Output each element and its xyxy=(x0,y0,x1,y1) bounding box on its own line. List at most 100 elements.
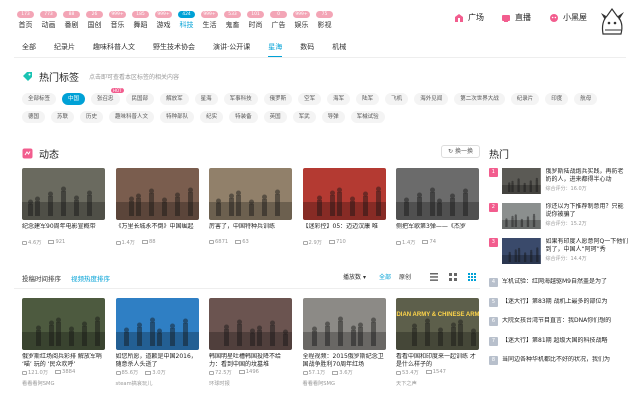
subnav-item-5[interactable]: 星海 xyxy=(268,42,283,58)
tag-item[interactable]: 军事科技 xyxy=(223,93,258,105)
nav-item-9[interactable]: 533 鬼畜 xyxy=(221,8,244,36)
segment-all[interactable]: 全部 xyxy=(379,272,391,281)
subnav-item-3[interactable]: 野生技术协会 xyxy=(153,42,195,52)
nav-item-12[interactable]: 999+ 娱乐 xyxy=(290,8,313,36)
video-card[interactable]: 《万里长城永不倒》中国崛起 1.4万 88 xyxy=(115,168,199,246)
small-grid-icon[interactable] xyxy=(449,273,457,281)
video-title[interactable]: 看看中国和印度来一起训练 才是什么样子的 xyxy=(396,353,479,369)
video-card[interactable]: 全程视频：2015俄罗斯纪念卫国战争胜利70周年红场 57.1万 3.6万 看看看阿S… xyxy=(302,298,386,387)
video-title[interactable]: 全程视频：2015俄罗斯纪念卫国战争胜利70周年红场 xyxy=(303,353,386,369)
tag-item[interactable]: 英国 xyxy=(263,111,287,123)
tag-item[interactable]: 纪实 xyxy=(200,111,224,123)
video-card[interactable]: 侧把军歌第3弹——《杰罗 1.4万 74 xyxy=(396,168,479,246)
video-thumbnail-wrap[interactable] xyxy=(22,168,105,220)
rank-item[interactable]: 8 当同边各种华机都比不好的状况，我们为 xyxy=(489,356,629,365)
video-title[interactable]: 《万里长城永不倒》中国崛起 xyxy=(116,223,199,239)
subnav-item-0[interactable]: 全部 xyxy=(22,42,36,52)
refresh-button[interactable]: ↻ 换一换 xyxy=(441,145,480,158)
tag-item[interactable]: 德国 xyxy=(22,111,46,123)
tag-item[interactable]: 航母 xyxy=(574,93,598,105)
rank-title[interactable]: 大院女孩台湾节目直言：我DNA你们想的 xyxy=(502,317,628,326)
subnav-item-2[interactable]: 趣味科普人文 xyxy=(93,42,135,52)
nav-item-0[interactable]: 173 首页 xyxy=(14,8,37,36)
rank-title[interactable]: 俄罗斯陆战炮兵实践，再防老奶的人，进来都得半心动 xyxy=(546,168,629,184)
tag-item[interactable]: 俄罗斯 xyxy=(263,93,293,105)
tag-item[interactable]: 历史 xyxy=(80,111,104,123)
rank-title[interactable]: 【迷大行】第83期 战机上最多的部位为 xyxy=(502,298,628,307)
rank-item[interactable]: 6 大院女孩台湾节目直言：我DNA你们想的 xyxy=(489,317,629,326)
tag-item[interactable]: 全部标签 xyxy=(22,93,57,105)
tag-item[interactable]: 空军 xyxy=(298,93,322,105)
tag-item[interactable]: 张召忠 HOT xyxy=(91,88,124,105)
rank-item[interactable]: 4 军机试验：红网海越驱M9自然盖是为了 xyxy=(489,278,629,287)
rank-thumbnail[interactable] xyxy=(501,168,541,194)
video-thumbnail-wrap[interactable] xyxy=(115,298,199,350)
tag-item[interactable]: 第二次世界大战 xyxy=(454,93,505,105)
video-thumbnail-wrap[interactable] xyxy=(302,168,386,220)
uploader-name[interactable]: 看看看阿SMG xyxy=(22,380,105,387)
video-thumbnail-wrap[interactable] xyxy=(302,298,386,350)
tag-item[interactable]: 海军 xyxy=(327,93,351,105)
video-card[interactable]: 如您所愿，道歉是中国2016，随意杀人头逝了 85.6万 3.0万 steam搞哀玩儿 xyxy=(115,298,199,387)
video-title[interactable]: 韩国明星吐槽韩国投降不给力：看到中国的坟墓堆 xyxy=(209,353,292,369)
nav-item-2[interactable]: 88 番剧 xyxy=(60,8,83,36)
video-thumbnail-wrap[interactable]: INDIAN ARMY & CHINESE ARMY xyxy=(396,298,479,350)
tag-item[interactable]: 苏联 xyxy=(51,111,75,123)
video-card[interactable]: INDIAN ARMY & CHINESE ARMY 看看中国和印度来一起训练 才… xyxy=(396,298,479,387)
subnav-item-1[interactable]: 纪录片 xyxy=(54,42,75,52)
rank-title[interactable]: 你还以为下推荐制意用？只能说你被骗了 xyxy=(546,203,629,219)
tag-item[interactable]: 军械试验 xyxy=(350,111,385,123)
uploader-name[interactable]: 天下之声 xyxy=(396,380,479,387)
video-thumbnail-wrap[interactable] xyxy=(209,298,292,350)
nav-item-13[interactable]: 75 影视 xyxy=(313,8,336,36)
video-card[interactable]: 俄罗斯红场阅兵彩排 解放军哨 ‘喵’ 玩的 ‘民众欢呼’ 121.0万 3884 看看… xyxy=(22,298,105,387)
nav-item-3[interactable]: 26 国创 xyxy=(83,8,106,36)
video-title[interactable]: 如您所愿，道歉是中国2016，随意杀人头逝了 xyxy=(116,353,199,369)
tag-item[interactable]: 特装备 xyxy=(229,111,258,123)
rank-title[interactable]: 军机试验：红网海越驱M9自然盖是为了 xyxy=(502,278,628,287)
rank-title[interactable]: 如果有印度人愿意阿Q一下他们到了，中国人“阿珂”秀 xyxy=(546,238,629,254)
tag-item[interactable]: 飞机 xyxy=(385,93,409,105)
video-card[interactable]: 【迷彩控】05：迈迈汉康 唯 2.9万 710 xyxy=(302,168,386,246)
tag-item[interactable]: 印度 xyxy=(545,93,569,105)
large-grid-icon[interactable] xyxy=(468,273,476,281)
tag-item[interactable]: 纪录片 xyxy=(510,93,540,105)
nav-item-6[interactable]: 999+ 游戏 xyxy=(152,8,175,36)
rank-thumbnail[interactable] xyxy=(501,203,541,229)
filter-dropdown[interactable]: 播放数 ▾ xyxy=(343,272,366,281)
nav-item-10[interactable]: 101 时尚 xyxy=(244,8,267,36)
tag-item[interactable]: 中国 xyxy=(62,93,86,105)
blackroom-link[interactable]: 小黑屋 xyxy=(549,12,587,23)
subnav-item-6[interactable]: 数码 xyxy=(300,42,314,52)
tag-item[interactable]: 解放军 xyxy=(160,93,189,105)
video-thumbnail-wrap[interactable] xyxy=(209,168,292,220)
tag-item[interactable]: 趣味科普人文 xyxy=(109,111,155,123)
tag-item[interactable]: 导弹 xyxy=(321,111,345,123)
rank-item[interactable]: 3 如果有印度人愿意阿Q一下他们到了，中国人“阿珂”秀 综合评分：14.4万 xyxy=(489,238,629,264)
live-link[interactable]: 直播 xyxy=(501,12,531,23)
rank-title[interactable]: 【迷大行】第81期 超级大国的科技战略 xyxy=(502,337,628,346)
video-title[interactable]: 纪念建军90周年电影宣概带 xyxy=(22,223,105,239)
video-card[interactable]: 韩国明星吐槽韩国投降不给力：看到中国的坟墓堆 72.5万 1496 环球时报 xyxy=(209,298,292,387)
video-title[interactable]: 【迷彩控】05：迈迈汉康 唯 xyxy=(303,223,386,239)
sort-tab-hot[interactable]: 视频热度排序 xyxy=(71,273,110,283)
tag-item[interactable]: 海外见闻 xyxy=(414,93,449,105)
rank-item[interactable]: 7 【迷大行】第81期 超级大国的科技战略 xyxy=(489,336,629,346)
rank-thumbnail[interactable] xyxy=(501,238,541,264)
uploader-name[interactable]: 环球时报 xyxy=(209,380,292,387)
tag-item[interactable]: 特种部队 xyxy=(160,111,195,123)
rank-item[interactable]: 2 你还以为下推荐制意用？只能说你被骗了 综合评分：15.2万 xyxy=(489,203,629,229)
subnav-item-7[interactable]: 机械 xyxy=(332,42,346,52)
video-title[interactable]: 厉害了，中国特种兵训练 xyxy=(209,223,292,239)
rank-item[interactable]: 5 【迷大行】第83期 战机上最多的部位为 xyxy=(489,297,629,307)
video-title[interactable]: 侧把军歌第3弹——《杰罗 xyxy=(396,223,479,239)
video-thumbnail-wrap[interactable] xyxy=(115,168,199,220)
nav-item-11[interactable]: 0 广告 xyxy=(267,8,290,36)
video-card[interactable]: 厉害了，中国特种兵训练 6871 63 xyxy=(209,168,292,245)
video-card[interactable]: 纪念建军90周年电影宣概带 4.6万 921 xyxy=(22,168,105,246)
sort-tab-time[interactable]: 投稿时间排序 xyxy=(22,273,61,283)
nav-item-1[interactable]: 773 动画 xyxy=(37,8,60,36)
rank-item[interactable]: 1 俄罗斯陆战炮兵实践，再防老奶的人，进来都得半心动 综合评分：16.0万 xyxy=(489,168,629,194)
segment-original[interactable]: 原创 xyxy=(399,272,411,281)
nav-item-5[interactable]: 185 舞蹈 xyxy=(129,8,152,36)
